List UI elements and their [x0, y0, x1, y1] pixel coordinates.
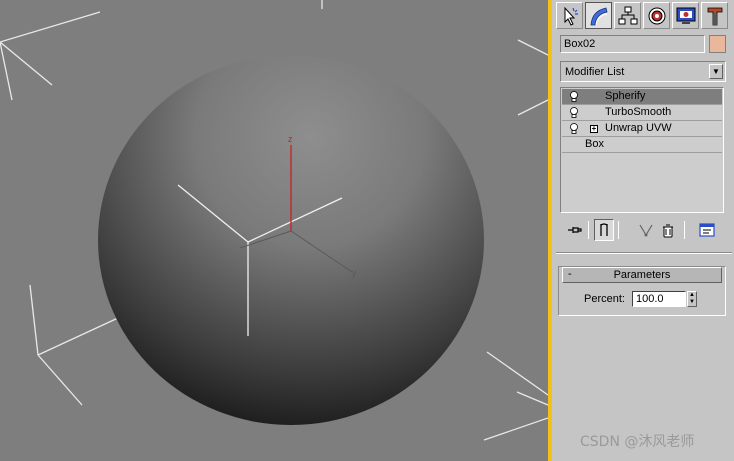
object-name-field[interactable]: Box02	[560, 35, 705, 53]
toolbar-divider	[588, 221, 589, 239]
modifier-label: Box	[585, 138, 604, 150]
lightbulb-icon[interactable]	[569, 123, 579, 135]
viewport-scene: z y	[0, 0, 548, 441]
pin-stack-icon	[568, 227, 582, 233]
tab-hierarchy[interactable]	[614, 2, 641, 29]
utilities-icon	[707, 7, 722, 25]
make-unique-icon	[639, 224, 653, 237]
panel-divider	[556, 252, 732, 254]
parameters-rollout: - Parameters Percent: 100.0 ▲ ▼	[558, 266, 726, 316]
lightbulb-icon[interactable]	[569, 107, 579, 119]
percent-input[interactable]: 100.0	[632, 291, 686, 307]
stack-toolbar	[560, 219, 726, 241]
expand-plus-icon[interactable]: +	[590, 125, 598, 133]
make-unique-button[interactable]	[636, 219, 656, 241]
percent-label: Percent:	[584, 293, 625, 305]
display-icon	[676, 7, 695, 24]
modifier-label: Unwrap UVW	[605, 122, 672, 134]
tab-motion[interactable]	[643, 2, 670, 29]
tab-utilities[interactable]	[701, 2, 728, 29]
modifier-label: TurboSmooth	[605, 106, 672, 118]
configure-modifier-sets-icon	[699, 223, 715, 237]
chevron-down-icon[interactable]: ▼	[709, 64, 723, 79]
modifier-row-box[interactable]: Box	[562, 137, 722, 153]
modifier-list-dropdown[interactable]: Modifier List ▼	[560, 61, 726, 82]
modifier-list-label: Modifier List	[565, 66, 625, 78]
object-color-swatch[interactable]	[709, 35, 726, 53]
show-end-result-button[interactable]	[594, 219, 614, 241]
command-panel: Box02 Modifier List ▼ Spherify TurboSmoo…	[552, 0, 734, 461]
lightbulb-icon[interactable]	[569, 91, 579, 103]
toolbar-divider	[618, 221, 619, 239]
show-end-result-icon	[600, 223, 608, 236]
watermark: CSDN @沐风老师	[580, 434, 695, 450]
pin-stack-button[interactable]	[564, 219, 584, 241]
perspective-viewport[interactable]: z y	[0, 0, 548, 461]
tab-create[interactable]	[556, 2, 583, 29]
tab-display[interactable]	[672, 2, 699, 29]
modify-icon	[590, 7, 607, 25]
modifier-row-unwrap-uvw[interactable]: + Unwrap UVW	[562, 121, 722, 137]
modifier-row-spherify[interactable]: Spherify	[562, 89, 722, 105]
remove-modifier-button[interactable]	[658, 219, 678, 241]
modifier-stack: Spherify TurboSmooth + Unwrap UVW Box	[560, 87, 724, 213]
configure-modifier-sets-button[interactable]	[697, 219, 717, 241]
toolbar-divider	[684, 221, 685, 239]
hierarchy-icon	[618, 6, 637, 24]
tab-modify[interactable]	[585, 2, 612, 29]
rollout-title: Parameters	[613, 269, 671, 281]
parameters-rollout-header[interactable]: - Parameters	[562, 267, 722, 283]
motion-icon	[648, 7, 665, 24]
y-axis-label: y	[352, 268, 357, 278]
modifier-label: Spherify	[605, 90, 646, 102]
command-panel-tabs	[556, 2, 728, 30]
sphere-object[interactable]	[98, 55, 484, 425]
percent-spinner[interactable]: ▲ ▼	[687, 291, 697, 307]
modifier-row-turbosmooth[interactable]: TurboSmooth	[562, 105, 722, 121]
remove-modifier-icon	[663, 224, 673, 238]
create-icon	[564, 6, 578, 26]
z-axis-label: z	[288, 134, 293, 144]
